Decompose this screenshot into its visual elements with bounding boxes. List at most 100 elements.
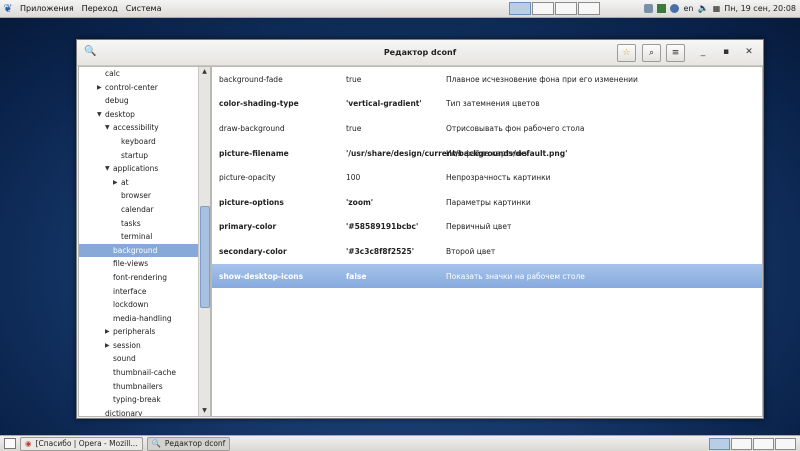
calendar-icon[interactable]: ▦ (713, 4, 721, 13)
tree-item[interactable]: calendar (79, 203, 210, 217)
tree-item[interactable]: startup (79, 149, 210, 163)
key-row[interactable]: show-desktop-icons false Показать значки н… (212, 263, 762, 289)
expander-expanded-icon[interactable]: ▼ (97, 108, 102, 122)
schema-tree[interactable]: calc ▶ control-center debug ▼ desktop ▼ accessi… (78, 66, 211, 417)
menu-button[interactable]: ≡ (666, 44, 685, 62)
expander-collapsed-icon[interactable]: ▶ (113, 176, 118, 190)
workspace-4[interactable] (775, 437, 796, 450)
scroll-down-icon[interactable]: ▼ (199, 406, 210, 416)
photo-icon[interactable] (657, 4, 667, 13)
key-name: draw-background (219, 123, 285, 133)
tree-item[interactable]: ▶ at (79, 176, 210, 190)
keyboard-layout-indicator[interactable]: en (683, 4, 693, 13)
tree-item[interactable]: ▼ desktop (79, 108, 210, 122)
tree-item[interactable]: sound (79, 352, 210, 366)
key-desc: Второй цвет (446, 246, 496, 256)
workspace-2[interactable] (532, 2, 555, 15)
tree-item[interactable]: calc (79, 67, 210, 81)
tree-item[interactable]: ▶ session (79, 339, 210, 353)
workspace-switcher-top[interactable] (509, 2, 601, 15)
key-name: picture-opacity (219, 173, 276, 183)
expander-collapsed-icon[interactable]: ▶ (97, 81, 102, 95)
tree-item-label: typing-break (113, 395, 161, 405)
key-value: '/usr/share/design/current/backgrounds/d… (346, 148, 568, 158)
top-panel: ❦ Приложения Переход Система en 🔈 ▦ Пн, … (0, 0, 800, 18)
bookmark-star-button[interactable]: ☆ (617, 44, 636, 62)
expander-collapsed-icon[interactable]: ▶ (105, 325, 110, 339)
key-row[interactable]: picture-options 'zoom' Параметры картинки (212, 190, 762, 215)
key-row[interactable]: picture-opacity 100 Непрозрачность картинк… (212, 165, 762, 190)
tree-item-label: tasks (121, 218, 141, 228)
workspace-1[interactable] (509, 2, 532, 15)
titlebar[interactable]: 🔍 Редактор dconf ☆ ⌕ ≡ _ ▪ ✕ (77, 40, 763, 66)
volume-icon[interactable]: 🔈 (697, 4, 708, 14)
workspace-3[interactable] (753, 437, 774, 450)
tree-item[interactable]: ▼ accessibility (79, 121, 210, 135)
key-row[interactable]: picture-filename '/usr/share/design/curre… (212, 141, 762, 166)
key-desc: Параметры картинки (446, 197, 531, 207)
key-desc: Непрозрачность картинки (446, 173, 551, 183)
menu-places[interactable]: Переход (78, 4, 122, 13)
tree-item[interactable]: ▼ applications (79, 162, 210, 176)
menu-applications[interactable]: Приложения (16, 4, 78, 13)
tree-item[interactable]: font-rendering (79, 271, 210, 285)
tree-scrollbar[interactable]: ▲ ▼ (198, 67, 210, 416)
tree-item[interactable]: debug (79, 94, 210, 108)
tree-item-label: file-views (113, 259, 149, 269)
globe-icon[interactable] (670, 4, 680, 13)
tree-item[interactable]: ▶ control-center (79, 81, 210, 95)
tree-item[interactable]: thumbnail-cache (79, 366, 210, 380)
tree-item[interactable]: lockdown (79, 298, 210, 312)
workspace-1[interactable] (709, 437, 730, 450)
scrollbar-thumb[interactable] (200, 206, 210, 308)
expander-expanded-icon[interactable]: ▼ (105, 162, 110, 176)
minimize-button[interactable]: _ (696, 45, 710, 59)
show-desktop-icon[interactable] (4, 438, 16, 449)
expander-expanded-icon[interactable]: ▼ (105, 121, 110, 135)
tree-item[interactable]: browser (79, 189, 210, 203)
scroll-up-icon[interactable]: ▲ (199, 67, 210, 77)
key-value: '#58589191bcbc' (346, 222, 419, 232)
workspace-3[interactable] (555, 2, 578, 15)
tree-item[interactable]: typing-break (79, 393, 210, 407)
key-row[interactable]: background-fade true Плавное исчезновение … (212, 67, 762, 92)
distro-logo-icon[interactable]: ❦ (0, 1, 16, 17)
tree-item-label: sound (113, 354, 136, 364)
taskbar-item-dconf[interactable]: 🔍 Редактор dconf (146, 436, 231, 451)
search-button[interactable]: ⌕ (642, 44, 661, 62)
tree-item[interactable]: media-handling (79, 312, 210, 326)
tree-item[interactable]: terminal (79, 230, 210, 244)
tree-item[interactable]: background (79, 243, 210, 258)
key-row[interactable]: color-shading-type 'vertical-gradient' Тип… (212, 92, 762, 117)
hamburger-icon: ≡ (671, 48, 680, 58)
tree-item[interactable]: interface (79, 285, 210, 299)
tree-item[interactable]: keyboard (79, 135, 210, 149)
tree-item-label: interface (113, 286, 147, 296)
clock[interactable]: Пн, 19 сен, 20:08 (724, 4, 796, 13)
workspace-4[interactable] (578, 2, 601, 15)
workspace-switcher-bottom[interactable] (709, 437, 796, 450)
tree-item[interactable]: ▶ peripherals (79, 325, 210, 339)
key-row[interactable]: draw-background true Отрисовывать фон рабо… (212, 116, 762, 141)
keys-table[interactable]: background-fade true Плавное исчезновение … (211, 66, 763, 417)
taskbar-item-label: Редактор dconf (164, 439, 226, 448)
taskbar-item-browser[interactable]: ◉ [Спасибо | Opera - Mozill... (20, 436, 143, 451)
tree-item-label: font-rendering (113, 272, 167, 282)
menu-system[interactable]: Система (122, 4, 166, 13)
key-value: 'zoom' (346, 197, 374, 207)
key-name: picture-options (219, 197, 284, 207)
key-row[interactable]: secondary-color '#3c3c8f8f2525' Второй цве… (212, 239, 762, 264)
tree-item[interactable]: file-views (79, 257, 210, 271)
tree-item[interactable]: dictionary (79, 407, 210, 416)
expander-collapsed-icon[interactable]: ▶ (105, 339, 110, 353)
workspace-2[interactable] (731, 437, 752, 450)
key-desc: Показать значки на рабочем столе (446, 271, 585, 281)
key-name: background-fade (219, 74, 283, 84)
maximize-button[interactable]: ▪ (719, 45, 733, 59)
tree-item[interactable]: thumbnailers (79, 380, 210, 394)
network-icon[interactable] (644, 4, 654, 13)
close-button[interactable]: ✕ (742, 45, 756, 59)
dconf-editor-window: 🔍 Редактор dconf ☆ ⌕ ≡ _ ▪ ✕ calc ▶ contro… (76, 39, 764, 419)
key-row[interactable]: primary-color '#58589191bcbc' Первичный цв… (212, 215, 762, 240)
tree-item[interactable]: tasks (79, 217, 210, 231)
